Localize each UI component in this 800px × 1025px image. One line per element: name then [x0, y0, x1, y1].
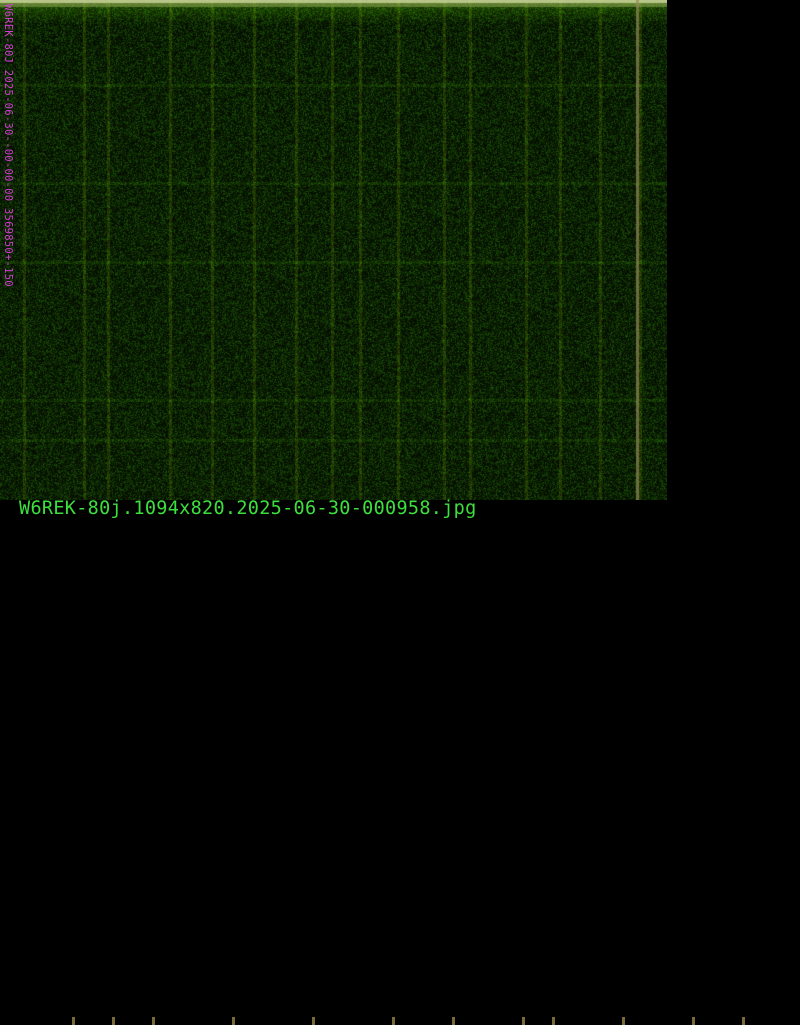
- spectrogram-image: W6REK-80J 2025-06-30--00-00-00 3569850+-…: [0, 0, 667, 500]
- tick-mark: [552, 1017, 555, 1025]
- spectrogram-label: W6REK-80J 2025-06-30--00-00-00 3569850+-…: [2, 4, 14, 287]
- tick-mark: [152, 1017, 155, 1025]
- tick-mark: [112, 1017, 115, 1025]
- image-filename: W6REK-80j.1094x820.2025-06-30-000958.jpg: [19, 498, 477, 519]
- tick-mark: [312, 1017, 315, 1025]
- tick-mark: [392, 1017, 395, 1025]
- tick-mark: [72, 1017, 75, 1025]
- spectrogram-canvas: [0, 0, 667, 500]
- image-viewer: W6REK-80J 2025-06-30--00-00-00 3569850+-…: [0, 0, 800, 1025]
- tick-mark: [522, 1017, 525, 1025]
- tick-mark: [452, 1017, 455, 1025]
- tick-mark: [742, 1017, 745, 1025]
- empty-margin: [667, 0, 800, 500]
- tick-mark: [622, 1017, 625, 1025]
- tick-mark: [692, 1017, 695, 1025]
- tick-mark: [232, 1017, 235, 1025]
